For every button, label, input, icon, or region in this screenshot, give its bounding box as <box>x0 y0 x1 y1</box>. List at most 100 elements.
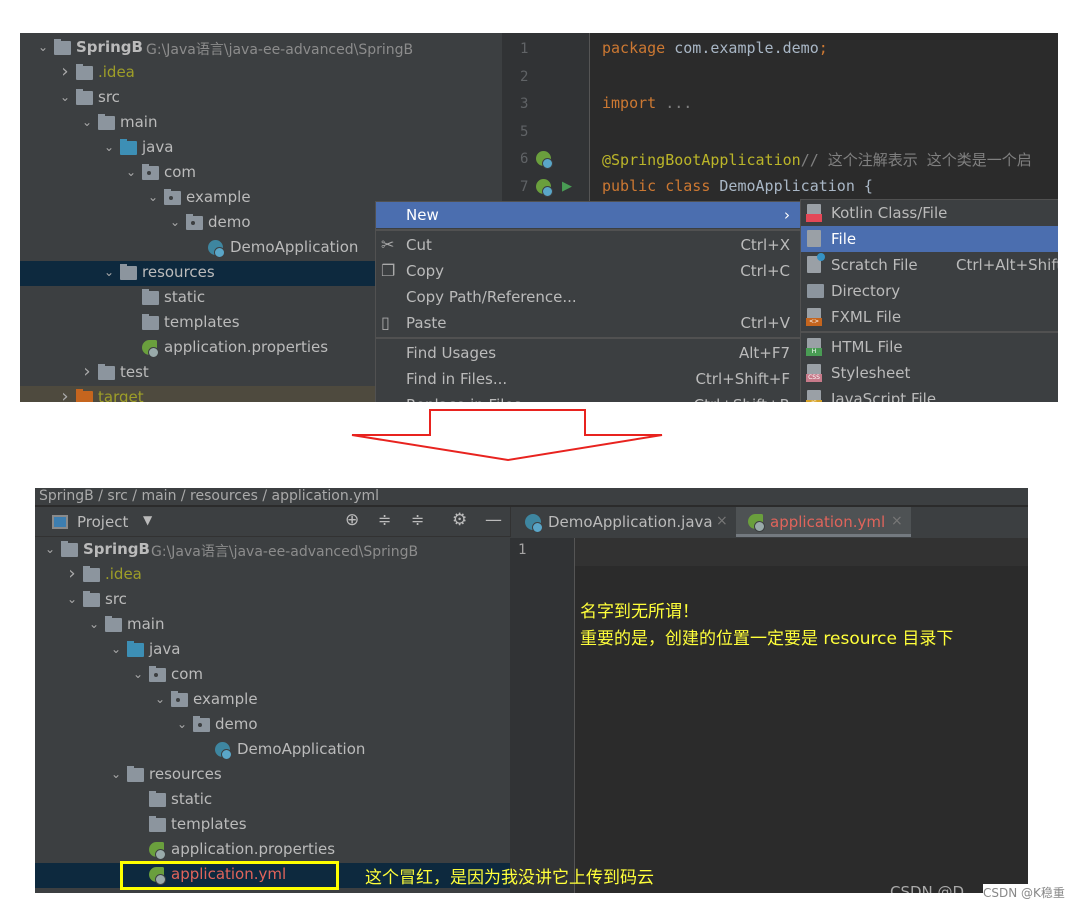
chevron-down-icon[interactable]: ⌄ <box>168 215 182 229</box>
menu-item-label: Copy <box>406 262 445 280</box>
file-type-badge: <> <box>806 318 822 326</box>
menu-item[interactable]: <> FXML File <box>801 304 1058 330</box>
menu-item-label: Find in Files... <box>406 370 508 388</box>
close-icon[interactable]: × <box>716 513 728 529</box>
project-tree: ⌄ SpringB G:\Java语言\java-ee-advanced\Sprin… <box>35 538 510 893</box>
menu-item-label: New <box>406 206 439 224</box>
code-line[interactable]: package com.example.demo; <box>602 39 828 57</box>
minimize-icon[interactable]: — <box>485 510 502 530</box>
run-icon[interactable]: ▶ <box>562 179 572 194</box>
tree-item[interactable]: static <box>35 788 510 813</box>
menu-item[interactable]: Scratch File Ctrl+Alt+Shift+Insert <box>801 252 1058 278</box>
chevron-down-icon[interactable]: ⌄ <box>58 90 72 104</box>
chevron-down-icon[interactable]: ⌄ <box>43 542 57 556</box>
folder-icon <box>149 816 166 832</box>
chevron-right-icon[interactable]: › <box>65 563 79 584</box>
tree-item-label: src <box>105 590 127 608</box>
expand-all-icon[interactable]: ≑ <box>378 510 391 529</box>
chevron-down-icon[interactable]: ▼ <box>143 513 152 527</box>
chevron-down-icon[interactable]: ⌄ <box>87 617 101 631</box>
code-editor[interactable]: 1 <box>510 538 1028 893</box>
spring-class-icon <box>215 742 232 760</box>
folder-icon <box>142 314 159 330</box>
spring-run-icon[interactable] <box>536 179 553 197</box>
tree-item[interactable]: DemoApplication <box>35 738 510 763</box>
chevron-down-icon[interactable]: ⌄ <box>109 767 123 781</box>
project-label[interactable]: Project <box>77 513 128 531</box>
menu-item[interactable]: ✂ Cut Ctrl+X <box>376 232 800 258</box>
tab-demoapplication-java[interactable]: DemoApplication.java × <box>511 507 736 537</box>
line-number: 7 <box>520 179 529 195</box>
menu-item[interactable]: JS JavaScript File <box>801 386 1058 402</box>
chevron-down-icon[interactable]: ⌄ <box>131 667 145 681</box>
tree-item[interactable]: ⌄ demo <box>35 713 510 738</box>
code-line[interactable]: import ... <box>602 94 692 112</box>
folder-resources-icon <box>120 264 137 280</box>
file-type-badge: H <box>806 348 822 356</box>
tree-item[interactable]: ⌄ java <box>35 638 510 663</box>
tree-item[interactable]: ⌄ com <box>20 161 502 186</box>
spring-bean-icon[interactable] <box>536 151 553 169</box>
gear-icon[interactable]: ⚙ <box>452 510 467 530</box>
menu-item[interactable]: File <box>801 226 1058 252</box>
menu-item[interactable]: ▯ Paste Ctrl+V <box>376 310 800 336</box>
menu-item-shortcut: Alt+F7 <box>738 344 790 362</box>
menu-item[interactable]: Find in Files... Ctrl+Shift+F <box>376 366 800 392</box>
tab-application-yml[interactable]: application.yml × <box>736 507 911 537</box>
tree-item[interactable]: application.properties <box>35 838 510 863</box>
menu-item[interactable]: H HTML File <box>801 334 1058 360</box>
tree-item[interactable]: ⌄ main <box>20 111 502 136</box>
chevron-down-icon[interactable]: ⌄ <box>102 140 116 154</box>
tree-item-label: java <box>142 138 174 156</box>
package-icon <box>171 691 188 707</box>
chevron-down-icon[interactable]: ⌄ <box>65 592 79 606</box>
tree-item[interactable]: templates <box>35 813 510 838</box>
file-type-badge <box>806 214 822 222</box>
tree-item-label: target <box>98 388 144 402</box>
folder-icon <box>83 566 100 582</box>
tree-item[interactable]: ⌄ src <box>20 86 502 111</box>
chevron-right-icon[interactable]: › <box>80 361 94 382</box>
tree-item[interactable]: ⌄ example <box>35 688 510 713</box>
directory-icon <box>807 284 824 298</box>
tree-item[interactable]: ⌄ com <box>35 663 510 688</box>
menu-item[interactable]: New › <box>376 202 800 228</box>
chevron-down-icon[interactable]: ⌄ <box>80 115 94 129</box>
code-line[interactable]: @SpringBootApplication// 这个注解表示 这个类是一个启 <box>602 149 1032 170</box>
chevron-right-icon[interactable]: › <box>58 61 72 82</box>
tree-item-label: com <box>164 163 197 181</box>
tree-item[interactable]: › .idea <box>20 61 502 86</box>
collapse-all-icon[interactable]: ≑ <box>411 510 424 529</box>
tree-item[interactable]: ⌄ java <box>20 136 502 161</box>
tree-item[interactable]: ⌄ SpringB G:\Java语言\java-ee-advanced\Sprin… <box>20 36 502 61</box>
chevron-down-icon[interactable]: ⌄ <box>109 642 123 656</box>
menu-item[interactable]: Find Usages Alt+F7 <box>376 340 800 366</box>
code-line[interactable]: public class DemoApplication { <box>602 177 873 195</box>
chevron-down-icon[interactable]: ⌄ <box>153 692 167 706</box>
breadcrumb[interactable]: SpringB / src / main / resources / appli… <box>39 488 379 505</box>
menu-item[interactable]: Copy Path/Reference... <box>376 284 800 310</box>
spring-config-icon <box>748 514 765 532</box>
paste-icon: ▯ <box>381 313 390 332</box>
line-number: 1 <box>518 542 527 558</box>
scissors-icon: ✂ <box>381 235 395 254</box>
tree-item[interactable]: ⌄ resources <box>35 763 510 788</box>
chevron-down-icon[interactable]: ⌄ <box>102 265 116 279</box>
tree-item[interactable]: ⌄ main <box>35 613 510 638</box>
menu-item[interactable]: CSS Stylesheet <box>801 360 1058 386</box>
menu-item[interactable]: Directory <box>801 278 1058 304</box>
chevron-right-icon[interactable]: › <box>58 386 72 402</box>
tree-item[interactable]: ⌄ src <box>35 588 510 613</box>
menu-item[interactable]: ❐ Copy Ctrl+C <box>376 258 800 284</box>
bottom-screenshot: SpringB / src / main / resources / appli… <box>35 488 1028 893</box>
tree-item[interactable]: ⌄ SpringB G:\Java语言\java-ee-advanced\Sprin… <box>35 538 510 563</box>
chevron-down-icon[interactable]: ⌄ <box>146 190 160 204</box>
locate-icon[interactable]: ⊕ <box>345 510 359 530</box>
close-icon[interactable]: × <box>891 513 903 529</box>
menu-item[interactable]: Kotlin Class/File <box>801 200 1058 226</box>
chevron-down-icon[interactable]: ⌄ <box>124 165 138 179</box>
chevron-down-icon[interactable]: ⌄ <box>175 717 189 731</box>
tree-item[interactable]: › .idea <box>35 563 510 588</box>
chevron-down-icon[interactable]: ⌄ <box>36 40 50 54</box>
tree-item-label: resources <box>142 263 215 281</box>
